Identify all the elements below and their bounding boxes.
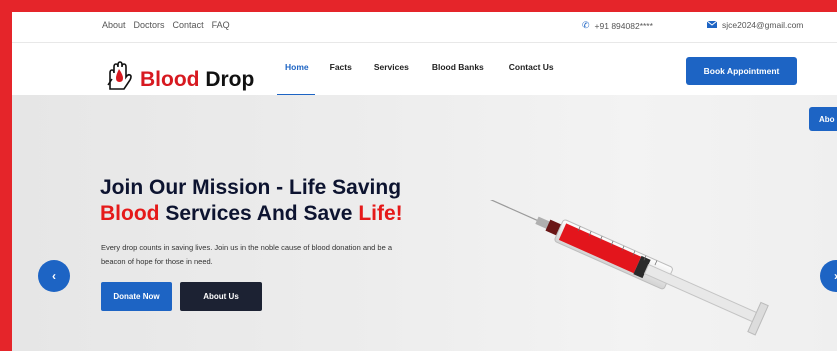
brand-name: Blood Drop [140,68,255,91]
top-links: About Doctors Contact FAQ [102,20,230,30]
top-link-doctors[interactable]: Doctors [134,20,165,30]
phone-icon: ✆ [582,20,590,30]
donate-now-button[interactable]: Donate Now [101,282,172,311]
top-link-about[interactable]: About [102,20,126,30]
page-frame: About Doctors Contact FAQ ✆ +91 894082**… [12,12,837,351]
email-contact[interactable]: sjce2024@gmail.com [706,20,804,30]
blood-drop-hand-icon [107,61,132,90]
nav-item-facts[interactable]: Facts [330,62,352,72]
syringe-illustration [438,200,769,336]
phone-contact[interactable]: ✆ +91 894082**** [582,20,653,31]
envelope-icon [706,20,718,30]
phone-number: +91 894082**** [594,20,653,31]
about-us-button[interactable]: About Us [180,282,262,311]
hero-description: Every drop counts in saving lives. Join … [101,243,393,266]
main-nav: Blood Drop Home Facts Services Blood Ban… [12,43,837,96]
hero-title: Join Our Mission - Life Saving Blood Ser… [100,176,403,225]
top-bar: About Doctors Contact FAQ ✆ +91 894082**… [12,12,837,42]
email-address: sjce2024@gmail.com [722,20,804,30]
nav-item-home[interactable]: Home [285,62,309,72]
hero-section: Abo Join Our Mission - Life Saving Blood… [12,95,837,351]
brand-logo[interactable]: Blood Drop [104,59,254,93]
nav-menu: Home Facts Services Blood Banks Contact … [285,62,554,72]
book-appointment-button[interactable]: Book Appointment [686,57,797,85]
nav-item-contact-us[interactable]: Contact Us [509,62,554,72]
carousel-prev-button[interactable]: ‹ [38,260,70,292]
top-link-contact[interactable]: Contact [173,20,204,30]
nav-item-services[interactable]: Services [374,62,409,72]
chevron-left-icon: ‹ [52,269,56,283]
nav-item-blood-banks[interactable]: Blood Banks [432,62,484,72]
top-link-faq[interactable]: FAQ [212,20,230,30]
side-about-tab[interactable]: Abo [809,107,837,131]
